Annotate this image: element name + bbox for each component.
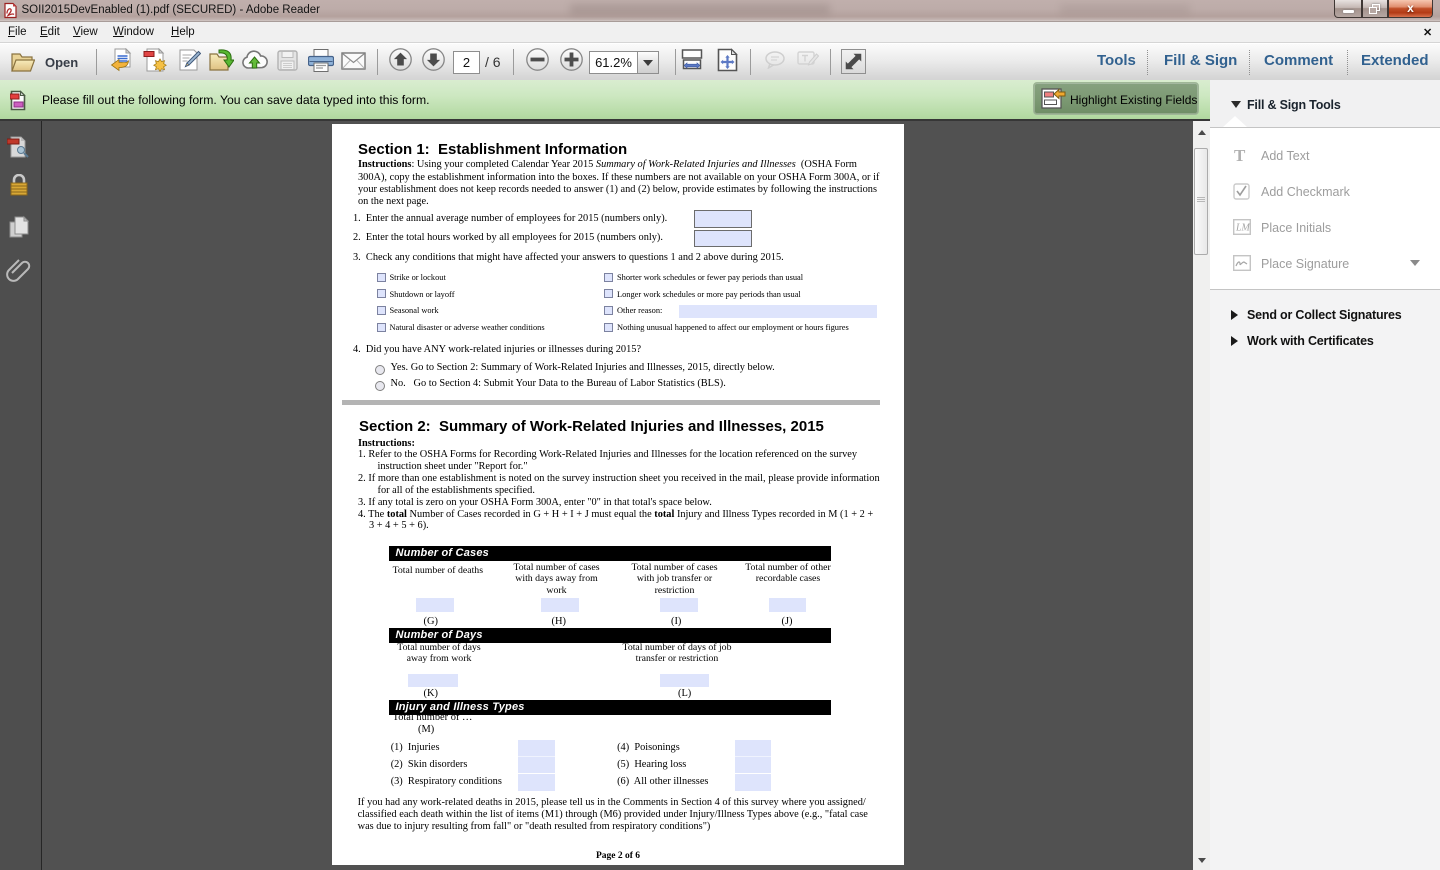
svg-text:LM: LM [1235,223,1251,234]
